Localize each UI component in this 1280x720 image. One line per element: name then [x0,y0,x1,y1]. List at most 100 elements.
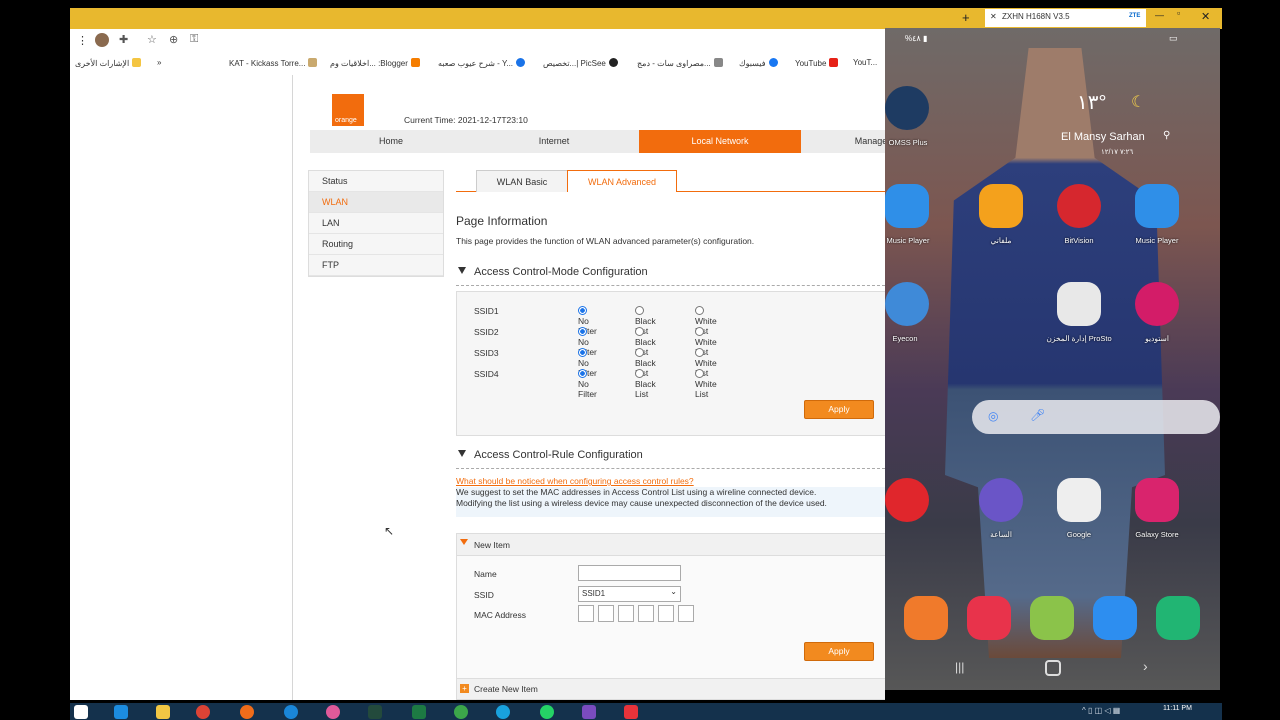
acr-section-header[interactable]: Access Control-Rule Configuration [458,449,643,461]
omss-app-icon[interactable] [885,86,929,130]
studio-app-icon[interactable] [1135,282,1179,326]
contacts-app-icon[interactable] [904,596,948,640]
calculator-app-icon[interactable] [1030,596,1074,640]
taskbar-clock[interactable]: 11:11 PM [1163,705,1192,712]
create-new-item-row[interactable]: + Create New Item [456,678,885,700]
side-item-wlan[interactable]: WLAN [309,192,443,213]
windows-start-icon[interactable] [74,705,88,719]
radio-no-filter[interactable]: No Filter [578,369,597,399]
edge-chromium-icon[interactable] [496,705,510,719]
other-bookmarks[interactable]: الإشارات الأخرى [75,58,142,68]
new-item-header[interactable]: New Item [457,534,885,556]
nav-internet[interactable]: Internet [473,130,635,153]
music-player-app-icon[interactable] [885,184,929,228]
phone-mirror-window: %٤٨ ▮ ▭ ١٣° ☾ El Mansy Sarhan ⚲ ٧:٢٦ ١٢/… [885,28,1220,690]
browser-tab[interactable]: ✕ ZXHN H168N V3.5 ZTE [985,9,1146,27]
google-search-bar[interactable]: ◎ 🎤︎ [972,400,1220,434]
app-icon[interactable] [624,705,638,719]
bookmark-item[interactable]: مصراوى سات - دمج... [637,58,723,68]
mac-octet-input[interactable] [658,605,674,622]
acr-note: We suggest to set the MAC addresses in A… [456,487,885,517]
orange-logo: orange [332,94,364,126]
menu-dots-icon[interactable]: ⋮ [77,34,88,47]
acr-help-link[interactable]: What should be noticed when configuring … [456,476,694,486]
tab-wlan-advanced[interactable]: WLAN Advanced [567,170,677,192]
lens-icon[interactable]: ◎ [988,409,998,423]
collapse-triangle-icon [458,450,466,457]
bookmark-item[interactable]: اخلاقيات وم... :Blogger [330,58,420,68]
bookmarks-overflow[interactable]: » [157,58,161,67]
mac-octet-input[interactable] [638,605,654,622]
mac-octet-input[interactable] [618,605,634,622]
camera-app-icon[interactable] [967,596,1011,640]
minimize-icon[interactable]: — [1155,10,1164,20]
app-icon[interactable] [368,705,382,719]
clock-app-icon[interactable] [979,478,1023,522]
messages-app-icon[interactable] [1093,596,1137,640]
puzzle-icon[interactable]: ✚ [119,33,128,46]
recent-apps-icon[interactable]: ||| [955,660,964,674]
nav-home[interactable]: Home [310,130,472,153]
video-app-icon[interactable] [885,478,929,522]
globe-icon[interactable] [454,705,468,719]
ssid-select[interactable]: SSID1 ⌄ [578,586,681,602]
pinwheel-app-icon[interactable] [326,705,340,719]
nav-management[interactable]: Management [800,130,885,153]
avatar[interactable] [95,33,109,47]
translate-icon[interactable]: ⊕ [169,33,178,46]
messenger-icon[interactable] [284,705,298,719]
google-folder-icon[interactable] [1057,478,1101,522]
apply-new-item-button[interactable]: Apply [804,642,874,661]
edge-icon[interactable] [114,705,128,719]
microphone-icon[interactable]: 🎤︎ [1030,408,1045,422]
bookmark-item[interactable]: YouT... [853,58,877,67]
youtube-icon [829,58,839,67]
side-item-lan[interactable]: LAN [309,213,443,234]
ssid-label: SSID3 [474,348,499,358]
mac-octet-input[interactable] [678,605,694,622]
side-item-routing[interactable]: Routing [309,234,443,255]
close-window-icon[interactable]: ✕ [1201,10,1210,23]
side-item-ftp[interactable]: FTP [309,255,443,276]
key-icon[interactable]: ⚿ [190,33,198,46]
bookmark-item[interactable]: تخصيص...| PicSee [543,58,618,68]
acm-section-header[interactable]: Access Control-Mode Configuration [458,266,648,278]
eyecon-app-icon[interactable] [885,282,929,326]
whatsapp-icon[interactable] [540,705,554,719]
bookmark-item[interactable]: فيسبوك [739,58,778,68]
bookmark-item[interactable]: YouTube [795,58,839,68]
divider [456,468,885,469]
chrome-icon[interactable] [196,705,210,719]
browser-toolbar: ⋮ ✚ ☆ ⊕ ⚿ [70,29,885,53]
mac-octet-input[interactable] [598,605,614,622]
tab-wlan-basic[interactable]: WLAN Basic [476,170,568,192]
bitvision-app-icon[interactable] [1057,184,1101,228]
music-player-app-icon[interactable] [1135,184,1179,228]
file-explorer-icon[interactable] [156,705,170,719]
bookmark-item[interactable]: شرح عيوب صعبه - Y... [438,58,526,68]
system-tray-icons[interactable]: ^ ▯ ◫ ◁ ▦ [1082,706,1120,715]
bookmark-item[interactable]: KAT - Kickass Torre... [229,58,318,68]
apply-button[interactable]: Apply [804,400,874,419]
radio-white-list[interactable]: White List [695,369,717,399]
facebook-icon [768,58,778,67]
maximize-icon[interactable]: ▫ [1177,8,1180,18]
firefox-icon[interactable] [240,705,254,719]
acm-config-box: SSID1 No Filter Black List White List SS… [456,291,885,436]
phone-app-icon[interactable] [1156,596,1200,640]
prosto-app-icon[interactable] [1057,282,1101,326]
app-icon[interactable] [582,705,596,719]
plus-icon[interactable]: + [962,10,970,25]
my-files-app-icon[interactable] [979,184,1023,228]
home-icon[interactable] [1045,660,1061,676]
nav-local-network[interactable]: Local Network [639,130,801,153]
excel-icon[interactable] [412,705,426,719]
close-tab-icon[interactable]: ✕ [990,12,997,21]
galaxy-store-app-icon[interactable] [1135,478,1179,522]
side-item-status[interactable]: Status [309,171,443,192]
mac-octet-input[interactable] [578,605,594,622]
back-icon[interactable]: › [1143,658,1148,674]
star-icon[interactable]: ☆ [147,33,157,46]
name-input[interactable] [578,565,681,581]
radio-black-list[interactable]: Black List [635,369,656,399]
